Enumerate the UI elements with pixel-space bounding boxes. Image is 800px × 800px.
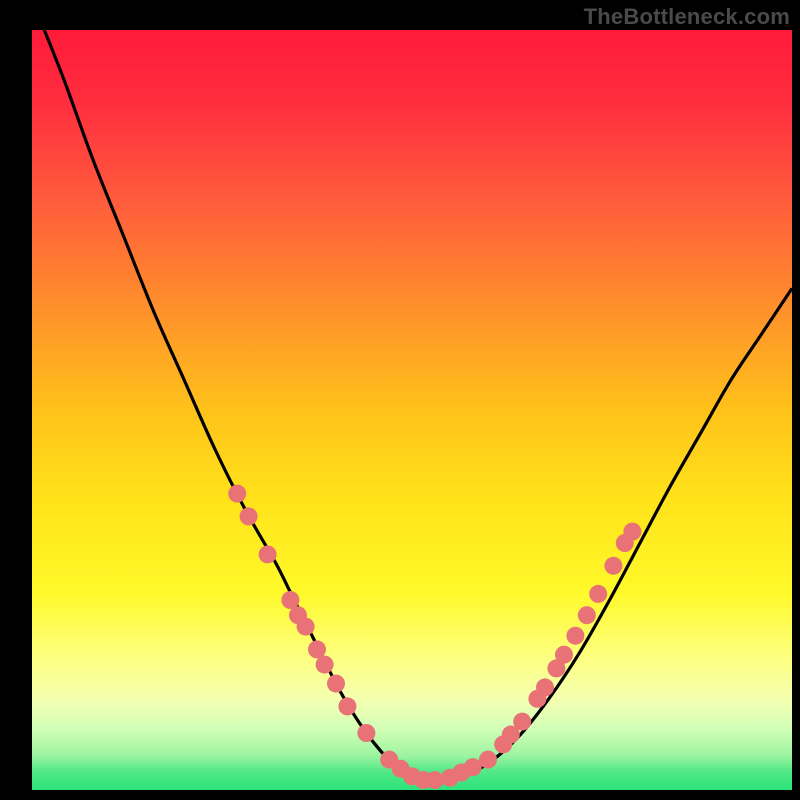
gradient-background [32,30,792,790]
data-dot [426,771,444,789]
watermark-text: TheBottleneck.com [584,4,790,30]
data-dot [228,485,246,503]
bottleneck-chart [0,0,800,800]
data-dot [327,675,345,693]
data-dot [513,713,531,731]
chart-stage: TheBottleneck.com [0,0,800,800]
data-dot [589,585,607,603]
data-dot [479,751,497,769]
data-dot [578,606,596,624]
data-dot [623,523,641,541]
data-dot [555,646,573,664]
data-dot [338,697,356,715]
data-dot [297,618,315,636]
data-dot [316,656,334,674]
data-dot [240,507,258,525]
data-dot [357,724,375,742]
data-dot [259,545,277,563]
data-dot [536,678,554,696]
data-dot [566,627,584,645]
data-dot [604,557,622,575]
